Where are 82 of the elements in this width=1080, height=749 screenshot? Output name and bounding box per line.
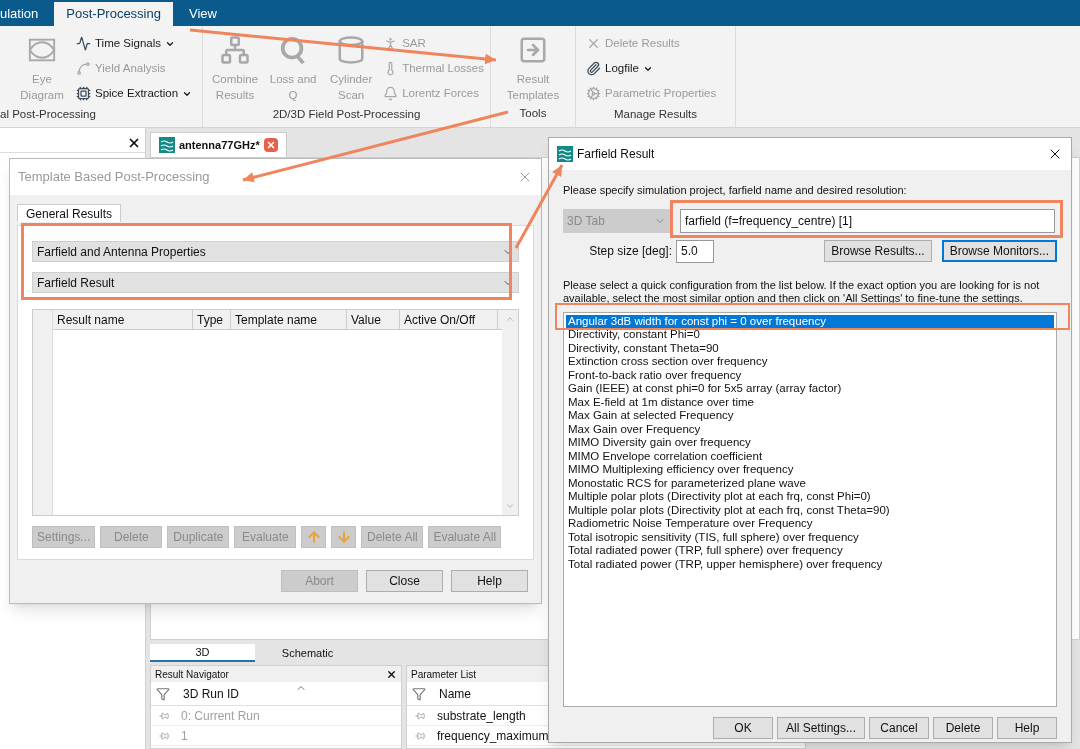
gear-icon	[586, 86, 601, 101]
list-item[interactable]: Max Gain at selected Frequency	[566, 409, 1054, 423]
tab-title: antenna77GHz*	[179, 137, 260, 153]
pin-icon	[159, 710, 169, 721]
list-item[interactable]: Total radiated power (TRP, upper hemisphere) over frequency	[566, 557, 1054, 571]
pin-icon	[159, 730, 169, 741]
farfield-field[interactable]: farfield (f=frequency_centre) [1]	[680, 208, 1055, 233]
panel-title: Result Navigator	[155, 667, 229, 682]
column-header[interactable]: Template name	[231, 310, 347, 329]
field-label: Step size [deg]:	[588, 243, 673, 260]
wave-logo-icon	[159, 137, 175, 153]
dropdown[interactable]: Farfield Result	[32, 272, 519, 293]
prompt-text: Please specify simulation project, farfield name and desired resolution:	[563, 183, 908, 198]
list-row[interactable]: frequency_maximum	[437, 726, 549, 745]
pin-icon	[415, 730, 425, 741]
ribbon-button[interactable]: Spice Extraction	[74, 81, 195, 106]
list-item[interactable]: MIMO Multiplexing efficiency over frequency	[566, 463, 1054, 477]
column-header[interactable]: Type	[193, 310, 231, 329]
dialog-button[interactable]: All Settings...	[776, 716, 865, 739]
editor-tab[interactable]: 3D	[150, 644, 255, 662]
list-item[interactable]: Front-to-back ratio over frequency	[566, 368, 1054, 382]
list-item[interactable]: Multiple polar plots (Directivity plot at each frq, const Phi=0)	[566, 490, 1054, 504]
list-item[interactable]: Gain (IEEE) at const phi=0 for 5x5 array (array factor)	[566, 382, 1054, 396]
list-item[interactable]: Angular 3dB width for const phi = 0 over frequency	[566, 314, 1054, 328]
filter-icon[interactable]	[412, 686, 426, 701]
group-title: Manage Results	[612, 107, 699, 122]
instructions-text: Please select a quick configuration from the list below. If the exact option you are looking for is not available, select the most similar option and then click on 'All Settings' to fine-tune the settings.	[563, 278, 1041, 305]
list-item[interactable]: Extinction cross section over frequency	[566, 355, 1054, 369]
list-item[interactable]: Directivity, constant Phi=0	[566, 328, 1054, 342]
dialog-button[interactable]: Delete	[933, 716, 993, 739]
dialog-tab[interactable]: General Results	[17, 204, 122, 222]
filter-icon[interactable]	[156, 686, 170, 701]
list-item[interactable]: Max Gain over Frequency	[566, 422, 1054, 436]
list-item[interactable]: Total isotropic sensitivity (TIS, full sphere) over frequency	[566, 530, 1054, 544]
column-header[interactable]: Result name	[53, 310, 193, 329]
ribbon-tab[interactable]: ulation	[0, 2, 51, 26]
pin-icon	[415, 710, 425, 721]
list-item[interactable]: Total radiated power (TRP, full sphere) over frequency	[566, 544, 1054, 558]
ribbon-tab[interactable]: Post-Processing	[54, 2, 173, 26]
curve-icon	[76, 61, 91, 76]
dialog-button[interactable]: Cancel	[869, 716, 929, 739]
list-item[interactable]: Multiple polar plots (Directivity plot at each frq, const Theta=90)	[566, 503, 1054, 517]
ribbon-tab[interactable]: View	[176, 2, 229, 26]
browse-button[interactable]: Browse Monitors...	[941, 240, 1057, 262]
list-item[interactable]: Max E-field at 1m distance over time	[566, 395, 1054, 409]
panel-title: Parameter List	[411, 667, 477, 682]
column-header[interactable]: Name	[439, 684, 471, 703]
close-icon	[265, 140, 276, 150]
close-icon[interactable]	[386, 668, 397, 680]
column-header[interactable]: Active On/Off	[400, 310, 498, 329]
dropdown[interactable]: Farfield and Antenna Properties	[32, 241, 519, 262]
chip-icon	[76, 86, 91, 101]
group-title: Tools	[518, 106, 548, 121]
group-title: 2D/3D Field Post-Processing	[271, 107, 422, 122]
column-header[interactable]: 3D Run ID	[183, 684, 240, 703]
ribbon-button[interactable]: Logfile	[584, 56, 719, 81]
ribbon-button[interactable]: Time Signals	[74, 31, 195, 56]
document-tab[interactable]: antenna77GHz*	[150, 132, 287, 157]
list-row[interactable]: substrate_length	[437, 706, 526, 725]
step-field[interactable]: 5.0	[676, 239, 714, 263]
paperclip-icon	[586, 61, 601, 76]
network-icon	[220, 35, 251, 65]
group-title: al Post-Processing	[0, 107, 97, 122]
pulse-icon	[76, 36, 91, 51]
list-item[interactable]: MIMO Envelope correlation coefficient	[566, 449, 1054, 463]
dialog-button[interactable]: OK	[712, 716, 773, 739]
delete-icon	[586, 36, 601, 51]
dialog-button[interactable]: Close	[366, 570, 443, 592]
list-item[interactable]: MIMO Diversity gain over frequency	[566, 436, 1054, 450]
window-title: Farfield Result	[577, 146, 655, 163]
dialog-button[interactable]: Help	[451, 570, 528, 592]
list-item[interactable]: Monostatic RCS for parameterized plane wave	[566, 476, 1054, 490]
list-item[interactable]: Radiometric Noise Temperature over Frequency	[566, 517, 1054, 531]
wave-logo-icon	[557, 146, 573, 162]
tab-close-button[interactable]	[263, 138, 278, 152]
browse-button[interactable]: Browse Results...	[824, 240, 932, 262]
bell-icon	[383, 86, 399, 101]
column-header[interactable]: Value	[347, 310, 400, 329]
list-item[interactable]: Directivity, constant Theta=90	[566, 341, 1054, 355]
dialog-button[interactable]: Help	[997, 716, 1057, 739]
window-title: Template Based Post-Processing	[18, 168, 210, 187]
cylinder-icon	[336, 35, 367, 65]
